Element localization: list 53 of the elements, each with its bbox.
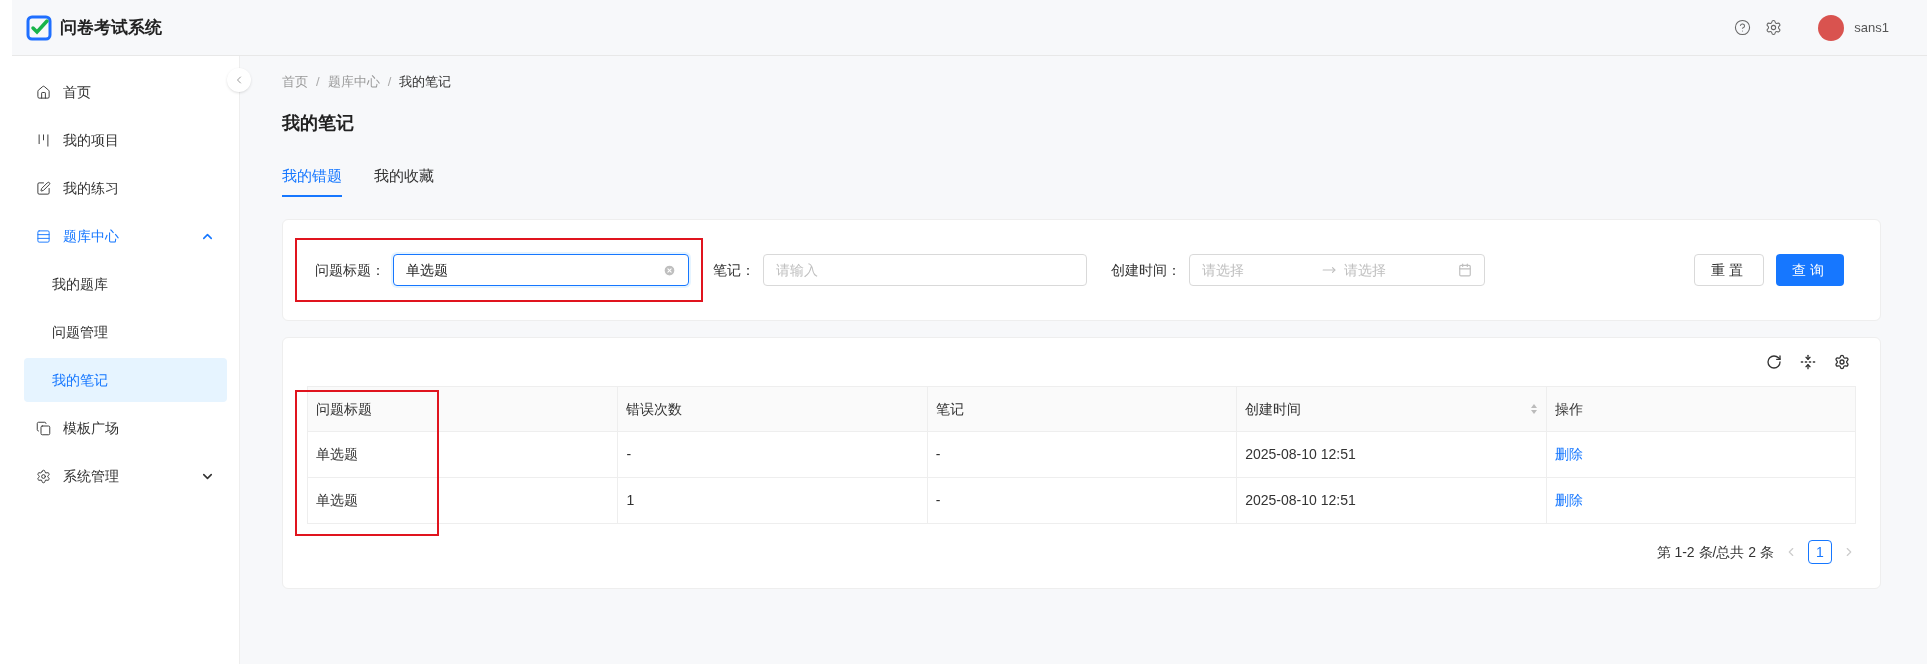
- list-icon: [36, 228, 51, 244]
- settings-icon[interactable]: [1834, 354, 1850, 370]
- density-icon[interactable]: [1800, 354, 1816, 370]
- input-field[interactable]: 单选题: [393, 254, 689, 286]
- delete-link[interactable]: 删除: [1554, 490, 1583, 511]
- edit-icon: [36, 180, 51, 196]
- home-icon: [36, 84, 51, 100]
- breadcrumb-current: 我的笔记: [399, 73, 452, 92]
- table-cell-text: 单选题: [316, 491, 358, 510]
- sidebar-subitem[interactable]: 我的题库: [24, 262, 227, 306]
- sidebar-item[interactable]: 题库中心: [24, 214, 227, 258]
- table-cell-text: -: [626, 445, 632, 464]
- sidebar-item[interactable]: 系统管理: [24, 454, 227, 498]
- field-label: 笔记：: [713, 260, 755, 280]
- breadcrumb-separator: /: [316, 73, 320, 92]
- table-cell-text: 单选题: [316, 445, 358, 464]
- sidebar-item[interactable]: 模板广场: [24, 406, 227, 450]
- table-cell-text: 1: [626, 491, 635, 510]
- column-header: 错误次数: [626, 399, 684, 419]
- column-header[interactable]: 创建时间: [1245, 398, 1530, 420]
- search-button[interactable]: 查询: [1776, 254, 1844, 286]
- sidebar-subitem[interactable]: 我的笔记: [24, 358, 227, 402]
- table-cell-text: -: [935, 491, 941, 510]
- delete-link[interactable]: 删除: [1554, 444, 1583, 465]
- field-label: 问题标题：: [315, 260, 385, 280]
- copy-icon: [36, 420, 51, 436]
- sidebar-item[interactable]: 我的练习: [24, 166, 227, 210]
- avatar[interactable]: [1818, 14, 1845, 41]
- table-cell-text: -: [935, 445, 941, 464]
- sidebar-item[interactable]: 首页: [24, 70, 227, 114]
- help-icon[interactable]: [1734, 19, 1752, 36]
- settings-icon[interactable]: [1765, 19, 1783, 36]
- page-number[interactable]: 1: [1808, 540, 1832, 564]
- column-header: 操作: [1554, 399, 1584, 419]
- column-header: 问题标题: [316, 399, 373, 419]
- gear-icon: [36, 468, 51, 484]
- pagination-summary: 第 1-2 条/总共 2 条: [1656, 542, 1774, 562]
- app-title: 问卷考试系统: [60, 16, 162, 39]
- checkbox-logo-icon: [26, 14, 52, 41]
- column-header: 笔记: [935, 399, 965, 419]
- table-cell-text: 2025-08-10 12:51: [1245, 491, 1356, 510]
- refresh-icon[interactable]: [1766, 354, 1782, 370]
- user-name[interactable]: sans1: [1854, 17, 1889, 38]
- tab[interactable]: 我的收藏: [374, 161, 434, 197]
- table-cell-text: 2025-08-10 12:51: [1245, 445, 1356, 464]
- sidebar-subitem[interactable]: 问题管理: [24, 310, 227, 354]
- reset-button[interactable]: 重置: [1694, 254, 1764, 286]
- field-label: 创建时间：: [1111, 260, 1181, 280]
- tab[interactable]: 我的错题: [282, 161, 342, 197]
- sidebar-item[interactable]: 我的项目: [24, 118, 227, 162]
- breadcrumb-separator: /: [387, 73, 392, 92]
- page-title: 我的笔记: [282, 112, 355, 135]
- calendar-icon: [1458, 263, 1472, 277]
